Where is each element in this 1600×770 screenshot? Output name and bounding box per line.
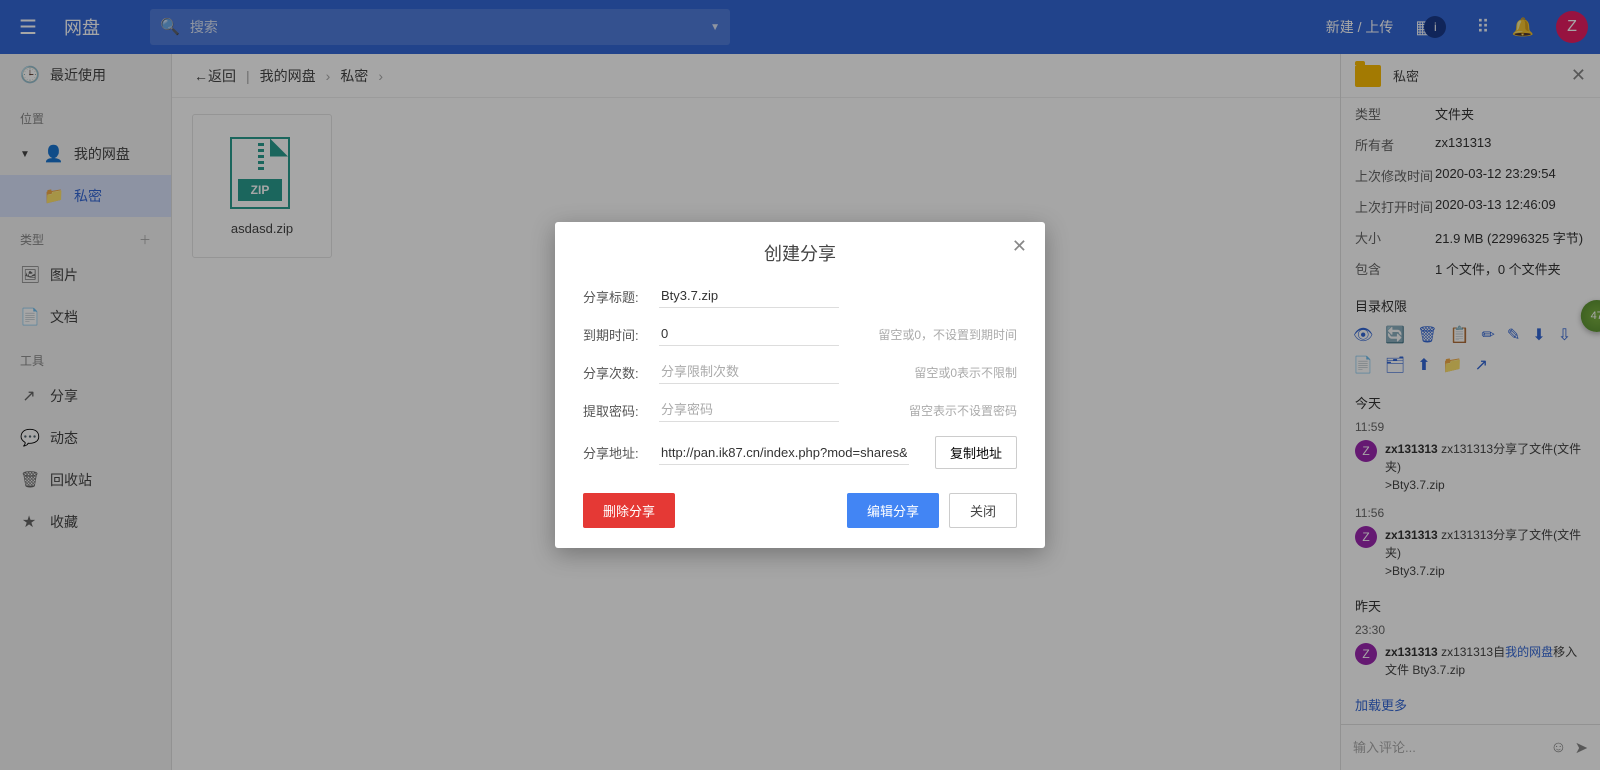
share-title-input[interactable]	[659, 284, 839, 308]
copy-url-button[interactable]: 复制地址	[935, 436, 1017, 469]
modal-title: 创建分享	[583, 240, 1017, 266]
delete-share-button[interactable]: 删除分享	[583, 493, 675, 528]
share-count-input[interactable]	[659, 360, 839, 384]
modal-overlay: ✕ 创建分享 分享标题: 到期时间: 留空或0，不设置到期时间 分享次数: 留空…	[0, 0, 1600, 770]
modal-close-icon[interactable]: ✕	[1012, 236, 1027, 257]
edit-share-button[interactable]: 编辑分享	[847, 493, 939, 528]
share-modal: ✕ 创建分享 分享标题: 到期时间: 留空或0，不设置到期时间 分享次数: 留空…	[555, 222, 1045, 548]
expire-input[interactable]	[659, 322, 839, 346]
share-password-input[interactable]	[659, 398, 839, 422]
share-url-input[interactable]	[659, 441, 909, 465]
close-modal-button[interactable]: 关闭	[949, 493, 1017, 528]
